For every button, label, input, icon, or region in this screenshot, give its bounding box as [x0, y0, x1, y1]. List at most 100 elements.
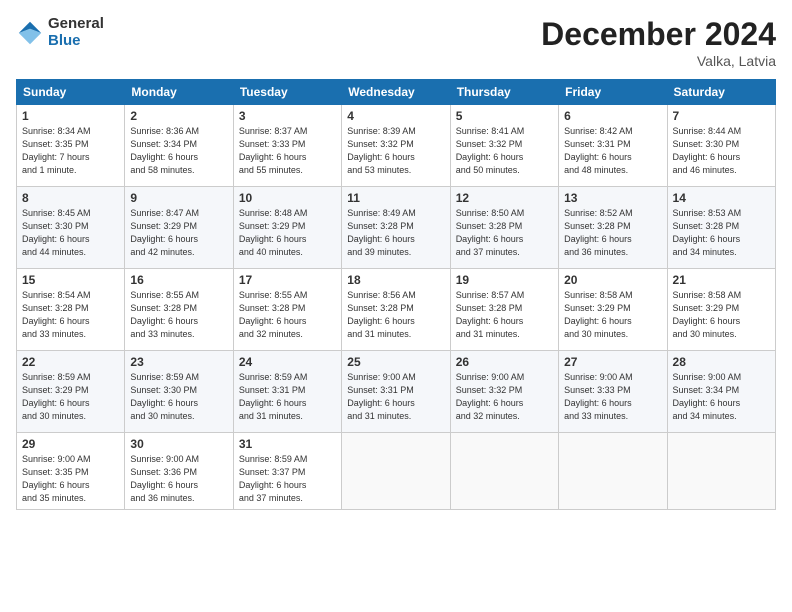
day-number: 14 — [673, 191, 770, 205]
day-number: 11 — [347, 191, 444, 205]
calendar-cell: 6 Sunrise: 8:42 AM Sunset: 3:31 PM Daylig… — [559, 105, 667, 187]
calendar-cell: 29 Sunrise: 9:00 AM Sunset: 3:35 PM Dayli… — [17, 433, 125, 510]
day-info: Sunrise: 8:49 AM Sunset: 3:28 PM Dayligh… — [347, 207, 444, 259]
day-info: Sunrise: 8:59 AM Sunset: 3:30 PM Dayligh… — [130, 371, 227, 423]
day-number: 9 — [130, 191, 227, 205]
calendar-cell: 2 Sunrise: 8:36 AM Sunset: 3:34 PM Daylig… — [125, 105, 233, 187]
day-info: Sunrise: 9:00 AM Sunset: 3:31 PM Dayligh… — [347, 371, 444, 423]
calendar-cell — [559, 433, 667, 510]
day-number: 3 — [239, 109, 336, 123]
day-number: 29 — [22, 437, 119, 451]
day-info: Sunrise: 8:55 AM Sunset: 3:28 PM Dayligh… — [239, 289, 336, 341]
day-info: Sunrise: 9:00 AM Sunset: 3:34 PM Dayligh… — [673, 371, 770, 423]
calendar-cell: 31Sunrise: 8:59 AM Sunset: 3:37 PM Dayli… — [233, 433, 341, 510]
calendar-cell: 12Sunrise: 8:50 AM Sunset: 3:28 PM Dayli… — [450, 187, 558, 269]
day-number: 28 — [673, 355, 770, 369]
day-info: Sunrise: 8:59 AM Sunset: 3:31 PM Dayligh… — [239, 371, 336, 423]
calendar-cell — [667, 433, 775, 510]
calendar-cell — [450, 433, 558, 510]
calendar-cell: 24 Sunrise: 8:59 AM Sunset: 3:31 PM Dayli… — [233, 351, 341, 433]
day-number: 4 — [347, 109, 444, 123]
day-info: Sunrise: 8:59 AM Sunset: 3:29 PM Dayligh… — [22, 371, 119, 423]
day-header-monday: Monday — [125, 80, 233, 105]
day-number: 6 — [564, 109, 661, 123]
calendar-cell: 3 Sunrise: 8:37 AM Sunset: 3:33 PM Daylig… — [233, 105, 341, 187]
day-info: Sunrise: 8:36 AM Sunset: 3:34 PM Dayligh… — [130, 125, 227, 177]
calendar-cell: 9 Sunrise: 8:47 AM Sunset: 3:29 PM Daylig… — [125, 187, 233, 269]
day-info: Sunrise: 8:41 AM Sunset: 3:32 PM Dayligh… — [456, 125, 553, 177]
day-number: 7 — [673, 109, 770, 123]
day-number: 8 — [22, 191, 119, 205]
calendar-cell: 4 Sunrise: 8:39 AM Sunset: 3:32 PM Daylig… — [342, 105, 450, 187]
calendar-cell: 26 Sunrise: 9:00 AM Sunset: 3:32 PM Dayli… — [450, 351, 558, 433]
day-info: Sunrise: 8:55 AM Sunset: 3:28 PM Dayligh… — [130, 289, 227, 341]
day-number: 10 — [239, 191, 336, 205]
logo-blue: Blue — [48, 33, 104, 50]
day-number: 20 — [564, 273, 661, 287]
month-title: December 2024 — [541, 16, 776, 53]
day-header-wednesday: Wednesday — [342, 80, 450, 105]
day-header-saturday: Saturday — [667, 80, 775, 105]
day-number: 15 — [22, 273, 119, 287]
day-info: Sunrise: 8:52 AM Sunset: 3:28 PM Dayligh… — [564, 207, 661, 259]
day-number: 17 — [239, 273, 336, 287]
day-number: 26 — [456, 355, 553, 369]
logo: General Blue — [16, 16, 104, 49]
day-number: 21 — [673, 273, 770, 287]
calendar-cell: 1Sunrise: 8:34 AM Sunset: 3:35 PM Daylig… — [17, 105, 125, 187]
calendar-cell: 16Sunrise: 8:55 AM Sunset: 3:28 PM Dayli… — [125, 269, 233, 351]
day-info: Sunrise: 8:59 AM Sunset: 3:37 PM Dayligh… — [239, 453, 336, 505]
calendar-cell: 15Sunrise: 8:54 AM Sunset: 3:28 PM Dayli… — [17, 269, 125, 351]
day-number: 27 — [564, 355, 661, 369]
calendar-cell: 18Sunrise: 8:56 AM Sunset: 3:28 PM Dayli… — [342, 269, 450, 351]
day-info: Sunrise: 9:00 AM Sunset: 3:36 PM Dayligh… — [130, 453, 227, 505]
day-info: Sunrise: 8:47 AM Sunset: 3:29 PM Dayligh… — [130, 207, 227, 259]
day-info: Sunrise: 8:37 AM Sunset: 3:33 PM Dayligh… — [239, 125, 336, 177]
day-header-sunday: Sunday — [17, 80, 125, 105]
calendar-cell: 22 Sunrise: 8:59 AM Sunset: 3:29 PM Dayli… — [17, 351, 125, 433]
calendar-cell: 14 Sunrise: 8:53 AM Sunset: 3:28 PM Dayli… — [667, 187, 775, 269]
calendar-cell: 8 Sunrise: 8:45 AM Sunset: 3:30 PM Daylig… — [17, 187, 125, 269]
day-info: Sunrise: 8:45 AM Sunset: 3:30 PM Dayligh… — [22, 207, 119, 259]
day-info: Sunrise: 8:57 AM Sunset: 3:28 PM Dayligh… — [456, 289, 553, 341]
calendar-header-row: SundayMondayTuesdayWednesdayThursdayFrid… — [17, 80, 776, 105]
calendar-cell: 11 Sunrise: 8:49 AM Sunset: 3:28 PM Dayli… — [342, 187, 450, 269]
header: General Blue December 2024 Valka, Latvia — [16, 16, 776, 69]
logo-text: General Blue — [48, 16, 104, 49]
calendar-cell: 30 Sunrise: 9:00 AM Sunset: 3:36 PM Dayli… — [125, 433, 233, 510]
calendar-cell: 27 Sunrise: 9:00 AM Sunset: 3:33 PM Dayli… — [559, 351, 667, 433]
day-header-thursday: Thursday — [450, 80, 558, 105]
day-info: Sunrise: 8:42 AM Sunset: 3:31 PM Dayligh… — [564, 125, 661, 177]
day-info: Sunrise: 9:00 AM Sunset: 3:32 PM Dayligh… — [456, 371, 553, 423]
day-number: 12 — [456, 191, 553, 205]
day-info: Sunrise: 9:00 AM Sunset: 3:35 PM Dayligh… — [22, 453, 119, 505]
calendar-cell: 5Sunrise: 8:41 AM Sunset: 3:32 PM Daylig… — [450, 105, 558, 187]
day-info: Sunrise: 8:58 AM Sunset: 3:29 PM Dayligh… — [673, 289, 770, 341]
calendar-cell — [342, 433, 450, 510]
day-info: Sunrise: 8:56 AM Sunset: 3:28 PM Dayligh… — [347, 289, 444, 341]
day-number: 30 — [130, 437, 227, 451]
day-info: Sunrise: 8:34 AM Sunset: 3:35 PM Dayligh… — [22, 125, 119, 177]
day-number: 2 — [130, 109, 227, 123]
day-number: 19 — [456, 273, 553, 287]
main-container: General Blue December 2024 Valka, Latvia… — [0, 0, 792, 612]
day-number: 22 — [22, 355, 119, 369]
calendar-cell: 20Sunrise: 8:58 AM Sunset: 3:29 PM Dayli… — [559, 269, 667, 351]
calendar-cell: 13 Sunrise: 8:52 AM Sunset: 3:28 PM Dayli… — [559, 187, 667, 269]
day-number: 23 — [130, 355, 227, 369]
day-info: Sunrise: 9:00 AM Sunset: 3:33 PM Dayligh… — [564, 371, 661, 423]
calendar-cell: 7 Sunrise: 8:44 AM Sunset: 3:30 PM Daylig… — [667, 105, 775, 187]
day-info: Sunrise: 8:53 AM Sunset: 3:28 PM Dayligh… — [673, 207, 770, 259]
calendar-table: SundayMondayTuesdayWednesdayThursdayFrid… — [16, 79, 776, 510]
calendar-cell: 10Sunrise: 8:48 AM Sunset: 3:29 PM Dayli… — [233, 187, 341, 269]
day-number: 25 — [347, 355, 444, 369]
location-subtitle: Valka, Latvia — [541, 53, 776, 69]
calendar-cell: 23 Sunrise: 8:59 AM Sunset: 3:30 PM Dayli… — [125, 351, 233, 433]
logo-icon — [16, 19, 44, 47]
day-info: Sunrise: 8:39 AM Sunset: 3:32 PM Dayligh… — [347, 125, 444, 177]
day-number: 24 — [239, 355, 336, 369]
calendar-cell: 28 Sunrise: 9:00 AM Sunset: 3:34 PM Dayli… — [667, 351, 775, 433]
calendar-cell: 21 Sunrise: 8:58 AM Sunset: 3:29 PM Dayli… — [667, 269, 775, 351]
day-info: Sunrise: 8:44 AM Sunset: 3:30 PM Dayligh… — [673, 125, 770, 177]
day-number: 13 — [564, 191, 661, 205]
